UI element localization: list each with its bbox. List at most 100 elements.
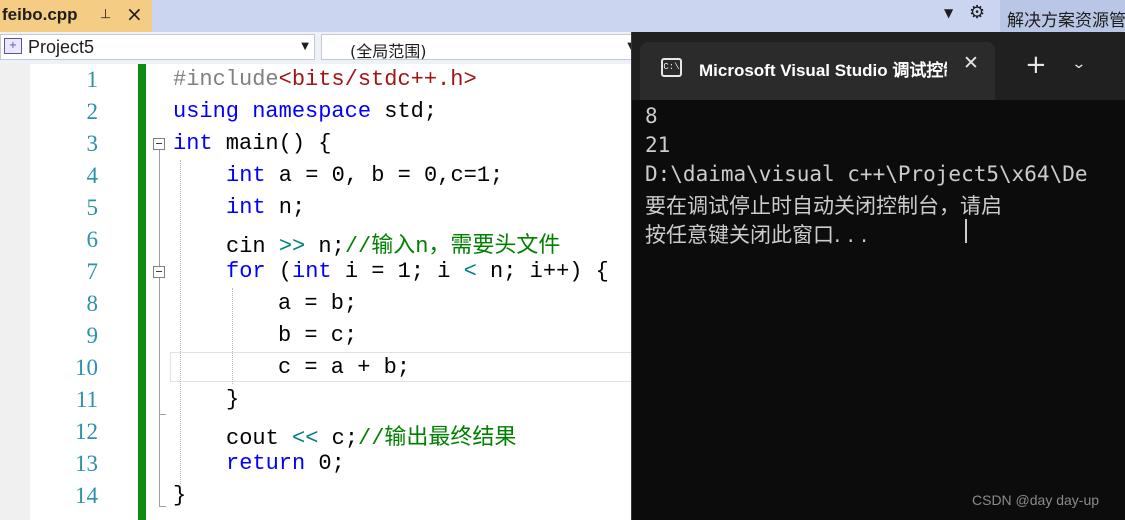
code-line-4: int a = 0, b = 0,c=1; (226, 163, 503, 188)
fold-end (159, 414, 166, 415)
line-number: 12 (75, 419, 98, 444)
token: n; (265, 195, 306, 220)
token: std; (371, 99, 438, 124)
chevron-down-icon[interactable]: ⌄ (1071, 56, 1086, 72)
scope-label: (全局范围) (350, 42, 427, 61)
token: } (173, 483, 187, 508)
console-titlebar: C:\ Microsoft Visual Studio 调试控制台 ✕ + ⌄ (632, 32, 1125, 100)
code-line-11: } (226, 387, 239, 412)
token: << (292, 426, 319, 451)
token: n; (305, 234, 345, 259)
gear-icon[interactable]: ⚙ (969, 2, 985, 23)
line-number: 9 (86, 323, 99, 348)
token: cin (226, 234, 279, 259)
token: using (173, 99, 240, 124)
pin-icon[interactable]: ⊣ (97, 8, 112, 19)
indicator-margin (0, 64, 30, 520)
line-number: 10 (75, 355, 98, 380)
console-icon: C:\ (661, 58, 682, 77)
line-number: 5 (86, 195, 99, 220)
plus-icon[interactable]: + (1025, 52, 1047, 78)
token: return (226, 451, 306, 476)
console-tab[interactable]: C:\ Microsoft Visual Studio 调试控制台 ✕ (640, 42, 995, 100)
console-output-line: 8 (645, 104, 658, 128)
line-number: 6 (86, 227, 99, 252)
token: n; i++) { (476, 259, 609, 284)
token: b = c; (278, 323, 358, 348)
token: >> (278, 234, 306, 259)
fold-line (159, 150, 160, 266)
collapse-for-icon[interactable] (153, 266, 165, 278)
token: int (292, 259, 332, 284)
token: //输出最终结果 (358, 426, 517, 451)
line-number: 8 (86, 291, 99, 316)
indent-guide (180, 160, 181, 484)
chevron-down-icon[interactable]: ▼ (944, 6, 953, 20)
code-line-6: cin >> n;//输入n，需要头文件 (226, 227, 560, 259)
fold-line (159, 414, 160, 506)
code-line-5: int n; (226, 195, 305, 220)
project-dropdown[interactable]: + Project5 ▼ (0, 34, 315, 60)
close-icon[interactable]: ✕ (963, 52, 979, 74)
token: namespace (252, 99, 372, 124)
token: int (173, 131, 213, 156)
solution-explorer-tab[interactable]: 解决方案资源管 (1000, 0, 1125, 32)
line-number: 14 (75, 483, 98, 508)
file-tab-label: feibo.cpp (2, 5, 78, 24)
token: int (226, 195, 266, 220)
fold-end (159, 506, 166, 507)
token: < (463, 259, 477, 284)
console-output-line: 要在调试停止时自动关闭控制台，请启 (645, 194, 1002, 218)
document-tab-bar: feibo.cpp ⊣ × ▼ ⚙ 解决方案资源管 (0, 0, 1125, 32)
token: <bits/stdc++.h> (278, 67, 477, 92)
token: } (226, 387, 240, 412)
project-label: Project5 (28, 37, 95, 57)
code-line-12: cout << c;//输出最终结果 (226, 419, 516, 451)
token: for (226, 259, 266, 284)
code-line-9: b = c; (278, 323, 357, 348)
token: a = b; (278, 291, 358, 316)
text-cursor (965, 219, 967, 243)
collapse-main-icon[interactable] (153, 138, 165, 150)
console-output-line: 按任意键关闭此窗口. . . (645, 223, 868, 247)
token: //输入n，需要头文件 (344, 234, 561, 259)
scope-dropdown[interactable]: (全局范围) ▼ (321, 34, 641, 61)
file-tab[interactable]: feibo.cpp ⊣ × (0, 0, 152, 32)
debug-console-window[interactable]: C:\ Microsoft Visual Studio 调试控制台 ✕ + ⌄ … (631, 32, 1125, 520)
code-line-2: using namespace std; (173, 99, 437, 124)
code-line-8: a = b; (278, 291, 357, 316)
indent-guide (232, 288, 233, 384)
token: cout (226, 426, 293, 451)
line-number: 1 (86, 67, 99, 92)
close-icon[interactable]: × (126, 2, 143, 26)
token: #include (173, 67, 279, 92)
change-tracking-bar (138, 64, 146, 520)
token: i = 1; i (331, 259, 464, 284)
code-line-7: for (int i = 1; i < n; i++) { (226, 259, 609, 284)
console-title: Microsoft Visual Studio 调试控制台 (699, 61, 947, 80)
console-output-line: 21 (645, 133, 671, 157)
code-line-1: #include<bits/stdc++.h> (173, 67, 477, 92)
code-editor[interactable]: 1 2 3 4 5 6 7 8 9 10 11 12 13 14 #includ… (0, 64, 640, 520)
token: ( (265, 259, 293, 284)
line-number: 13 (75, 451, 98, 476)
token: a = 0, b = 0,c=1; (265, 163, 504, 188)
line-number: 2 (86, 99, 99, 124)
code-line-14: } (173, 483, 186, 508)
token: c = a + b; (278, 355, 411, 380)
token: 0; (305, 451, 345, 476)
line-number: 11 (75, 387, 98, 412)
line-number: 4 (86, 163, 99, 188)
code-line-3: int main() { (173, 131, 331, 156)
project-icon: + (4, 38, 22, 54)
line-number: 7 (86, 259, 99, 284)
console-output-line: D:\daima\visual c++\Project5\x64\De (645, 162, 1088, 186)
fold-line (159, 278, 160, 414)
token: main() { (212, 131, 332, 156)
code-line-10: c = a + b; (278, 355, 410, 380)
chevron-down-icon[interactable]: ▼ (301, 41, 309, 52)
token: int (226, 163, 266, 188)
code-line-13: return 0; (226, 451, 345, 476)
line-number: 3 (86, 131, 99, 156)
solution-explorer-label: 解决方案资源管 (1007, 11, 1125, 31)
